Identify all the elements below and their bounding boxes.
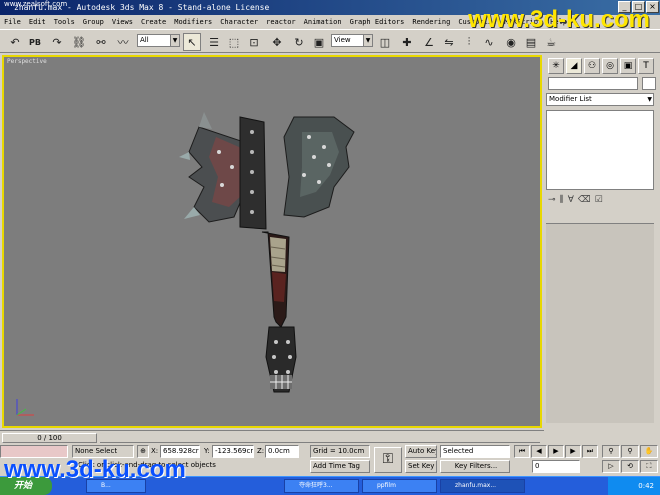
hierarchy-tab-icon[interactable]: ⚇	[584, 58, 600, 74]
menu-modifiers[interactable]: Modifiers	[170, 15, 216, 29]
chevron-down-icon: ▼	[170, 35, 179, 46]
display-tab-icon[interactable]: ▣	[620, 58, 636, 74]
axis-gizmo-icon	[16, 399, 34, 416]
create-tab-icon[interactable]: ✳	[548, 58, 564, 74]
utilities-tab-icon[interactable]: T	[638, 58, 654, 74]
stack-buttons: ⊸ ⫼ ∀ ⌫ ☑	[548, 195, 654, 211]
z-coordinate-field[interactable]: 0.0cm	[265, 445, 299, 458]
menu-rendering[interactable]: Rendering	[408, 15, 454, 29]
reference-coordinate-value: View	[334, 36, 351, 44]
taskbar-item-2[interactable]: ppfilm	[362, 479, 437, 493]
motion-tab-icon[interactable]: ◎	[602, 58, 618, 74]
show-end-result-icon[interactable]: ⫼	[560, 195, 564, 211]
menu-file[interactable]: File	[0, 15, 25, 29]
window-crossing-icon[interactable]: ⊡	[245, 33, 263, 51]
undo-icon[interactable]: ↶	[6, 33, 24, 51]
y-coordinate-field[interactable]: -123.569cr	[212, 445, 254, 458]
rectangular-selection-icon[interactable]: ⬚	[225, 33, 243, 51]
add-time-tag-button[interactable]: Add Time Tag	[310, 460, 370, 473]
menu-create[interactable]: Create	[137, 15, 170, 29]
z-label: Z:	[257, 447, 265, 455]
fov-icon[interactable]: ▷	[602, 460, 620, 473]
previous-frame-icon[interactable]: ◀	[531, 445, 547, 458]
go-to-end-icon[interactable]: ⏭	[582, 445, 598, 458]
redo-icon[interactable]: ↷	[48, 33, 66, 51]
key-icon[interactable]: ⚿	[374, 447, 402, 473]
modifier-list-dropdown[interactable]: Modifier List ▼	[546, 93, 654, 106]
render-scene-icon[interactable]: ▤	[522, 33, 540, 51]
axe-model	[179, 112, 355, 393]
modifier-stack[interactable]	[546, 110, 654, 190]
zoom-all-icon[interactable]: ⚲	[621, 445, 639, 458]
configure-sets-icon[interactable]: ☑	[595, 195, 603, 211]
watermark-top: www.3d-ku.com	[468, 6, 650, 33]
track-bar[interactable]	[100, 433, 540, 443]
set-key-button[interactable]: Set Key	[405, 460, 437, 473]
y-label: Y:	[204, 447, 210, 455]
remove-modifier-icon[interactable]: ⌫	[578, 195, 591, 211]
rotate-icon[interactable]: ↻	[290, 33, 308, 51]
select-object-icon[interactable]: ↖	[183, 33, 201, 51]
pb-button[interactable]: PB	[26, 33, 44, 51]
command-panel: ✳ ◢ ⚇ ◎ ▣ T Modifier List ▼ ⊸ ⫼ ∀ ⌫ ☑	[544, 55, 660, 428]
clock: 0:42	[638, 482, 654, 490]
object-name-field[interactable]	[548, 77, 638, 90]
chevron-down-icon: ▼	[363, 35, 372, 46]
unlink-icon[interactable]: ⚯	[92, 33, 110, 51]
move-icon[interactable]: ✥	[268, 33, 286, 51]
auto-key-button[interactable]: Auto Key	[405, 445, 437, 458]
system-tray: 0:42	[608, 477, 660, 495]
link-icon[interactable]: ⛓	[70, 33, 88, 51]
make-unique-icon[interactable]: ∀	[568, 195, 574, 211]
go-to-start-icon[interactable]: ⏮	[514, 445, 530, 458]
parameters-rollout	[546, 223, 654, 423]
chevron-down-icon: ▼	[647, 96, 652, 103]
menu-views[interactable]: Views	[108, 15, 137, 29]
quick-render-icon[interactable]: ☕	[542, 33, 560, 51]
mirror-icon[interactable]: ⇋	[440, 33, 458, 51]
arc-rotate-icon[interactable]: ⟲	[621, 460, 639, 473]
scale-icon[interactable]: ▣	[310, 33, 328, 51]
modifier-list-label: Modifier List	[549, 95, 592, 103]
menu-tools[interactable]: Tools	[50, 15, 79, 29]
bind-space-warp-icon[interactable]: 〰	[114, 33, 132, 51]
modify-tab-icon[interactable]: ◢	[566, 58, 582, 74]
pan-icon[interactable]: ✋	[640, 445, 658, 458]
time-slider[interactable]: 0 / 100	[2, 433, 97, 443]
pin-stack-icon[interactable]: ⊸	[548, 195, 556, 211]
align-icon[interactable]: ⫶	[460, 33, 478, 51]
taskbar-item-1[interactable]: 夺命狂呼3...	[284, 479, 359, 493]
menu-edit[interactable]: Edit	[25, 15, 50, 29]
menu-reactor[interactable]: reactor	[262, 15, 300, 29]
object-color-swatch[interactable]	[642, 77, 656, 90]
key-mode-dropdown[interactable]: Selected	[440, 445, 510, 458]
taskbar-item-3[interactable]: zhanfu.max...	[440, 479, 525, 493]
watermark-bottom: www.3d-ku.com	[4, 456, 186, 483]
select-by-name-icon[interactable]: ☰	[205, 33, 223, 51]
reference-coordinate-dropdown[interactable]: View ▼	[331, 34, 373, 47]
x-label: X:	[151, 447, 159, 455]
select-manipulate-icon[interactable]: ✚	[398, 33, 416, 51]
time-slider-bar: 0 / 100	[0, 430, 544, 444]
perspective-viewport[interactable]: Perspective	[2, 55, 542, 428]
selection-filter-value: All	[140, 36, 149, 44]
material-editor-icon[interactable]: ◉	[502, 33, 520, 51]
menu-group[interactable]: Group	[79, 15, 108, 29]
watermark-small: www.zealsoft.com	[4, 0, 68, 8]
menu-character[interactable]: Character	[216, 15, 262, 29]
play-icon[interactable]: ▶	[548, 445, 564, 458]
pivot-center-icon[interactable]: ◫	[376, 33, 394, 51]
selection-filter-dropdown[interactable]: All ▼	[137, 34, 180, 47]
next-frame-icon[interactable]: ▶	[565, 445, 581, 458]
current-frame-field[interactable]: 0	[532, 460, 580, 473]
menu-graph-editors[interactable]: Graph Editors	[346, 15, 409, 29]
menu-animation[interactable]: Animation	[300, 15, 346, 29]
maximize-viewport-icon[interactable]: ⛶	[640, 460, 658, 473]
curve-editor-icon[interactable]: ∿	[480, 33, 498, 51]
snap-toggle-icon[interactable]: ∠	[420, 33, 438, 51]
grid-status: Grid = 10.0cm	[310, 445, 370, 458]
key-filters-button[interactable]: Key Filters...	[440, 460, 510, 473]
zoom-icon[interactable]: ⚲	[602, 445, 620, 458]
